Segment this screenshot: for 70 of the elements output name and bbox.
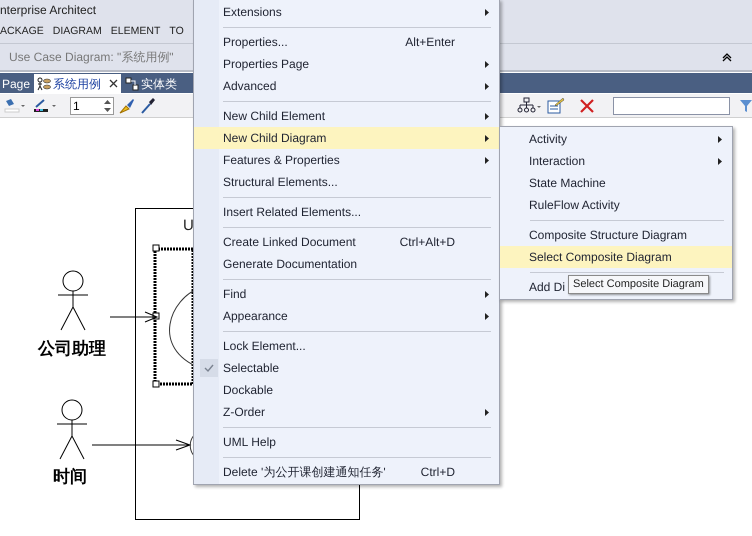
document-edit-icon[interactable] bbox=[547, 96, 565, 114]
menu-item[interactable]: New Child Diagram bbox=[194, 127, 499, 149]
submenu-arrow-icon bbox=[485, 290, 489, 298]
menu-item[interactable]: Composite Structure Diagram bbox=[500, 224, 732, 246]
diagram-tab[interactable]: 系统用例 bbox=[34, 74, 122, 93]
menu-item[interactable]: State Machine bbox=[500, 172, 732, 194]
menu-item[interactable]: Appearance bbox=[194, 305, 499, 327]
menu-item[interactable]: Activity bbox=[500, 128, 732, 150]
filter-icon[interactable] bbox=[740, 98, 752, 112]
menu-item[interactable]: Properties... Alt+Enter bbox=[194, 31, 499, 53]
submenu-arrow-icon bbox=[485, 112, 489, 120]
submenu-arrow-icon bbox=[718, 158, 722, 164]
submenu-arrow-icon bbox=[485, 312, 489, 320]
fill-color-icon[interactable] bbox=[2, 98, 26, 114]
submenu-arrow-icon bbox=[485, 60, 489, 68]
menu-bar-item[interactable]: TO bbox=[169, 24, 184, 40]
menu-item[interactable]: New Child Element bbox=[194, 105, 499, 127]
submenu-arrow-icon bbox=[485, 8, 489, 16]
diagram-tab[interactable]: 实体类 bbox=[123, 74, 180, 93]
submenu-arrow-icon bbox=[485, 134, 489, 142]
menu-item[interactable]: Generate Documentation bbox=[194, 253, 499, 275]
window-title: nterprise Architect bbox=[0, 2, 96, 19]
menu-item[interactable]: Interaction bbox=[500, 150, 732, 172]
shortcut-text: Ctrl+Alt+D bbox=[400, 234, 455, 251]
menu-item[interactable]: Lock Element... bbox=[194, 335, 499, 357]
menu-item[interactable]: Properties Page bbox=[194, 53, 499, 75]
menu-item[interactable]: Create Linked Document Ctrl+Alt+D bbox=[194, 231, 499, 253]
close-icon[interactable] bbox=[109, 79, 118, 88]
actor-figure bbox=[58, 270, 88, 330]
submenu-arrow-icon bbox=[718, 136, 722, 142]
diagram-header-title: Use Case Diagram: "系统用例" bbox=[9, 49, 174, 66]
menu-item[interactable]: Delete '为公开课创建通知任务' Ctrl+D bbox=[194, 461, 499, 483]
actor-name: 时间 bbox=[53, 466, 87, 488]
submenu-arrow-icon bbox=[485, 408, 489, 416]
actor-figure bbox=[56, 400, 88, 460]
diagram-tab[interactable]: Page bbox=[0, 74, 32, 93]
menu-bar-item[interactable]: ELEMENT bbox=[110, 24, 160, 40]
actor-name: 公司助理 bbox=[38, 338, 106, 360]
brush-icon[interactable] bbox=[118, 96, 136, 114]
menu-item[interactable]: UML Help bbox=[194, 431, 499, 453]
menu-item[interactable]: Advanced bbox=[194, 75, 499, 97]
line-width-spinner[interactable]: 1 bbox=[70, 96, 114, 114]
shortcut-text: Alt+Enter bbox=[405, 34, 455, 51]
menu-item[interactable]: Extensions bbox=[194, 1, 499, 23]
menu-item[interactable]: Insert Related Elements... bbox=[194, 201, 499, 223]
menu-item[interactable]: Z-Order bbox=[194, 401, 499, 423]
menu-item[interactable]: Selectable bbox=[194, 357, 499, 379]
menu-bar-item[interactable]: DIAGRAM bbox=[52, 24, 102, 40]
menu-item[interactable]: Dockable bbox=[194, 379, 499, 401]
shortcut-text: Ctrl+D bbox=[420, 464, 455, 481]
hierarchy-icon[interactable] bbox=[517, 96, 543, 114]
use-case-icon bbox=[37, 76, 52, 90]
menu-item[interactable]: RuleFlow Activity bbox=[500, 194, 732, 216]
spin-arrows-icon bbox=[104, 100, 111, 112]
menu-item[interactable]: Features & Properties bbox=[194, 149, 499, 171]
menu-item[interactable]: Find bbox=[194, 283, 499, 305]
search-field[interactable] bbox=[613, 96, 730, 114]
submenu-arrow-icon bbox=[485, 156, 489, 164]
menu-item[interactable]: Select Composite Diagram bbox=[500, 246, 732, 268]
delete-icon[interactable] bbox=[579, 98, 595, 114]
collapse-icon[interactable] bbox=[722, 52, 732, 62]
checkmark-icon bbox=[200, 359, 218, 377]
submenu-arrow-icon bbox=[485, 82, 489, 90]
menu-bar-item[interactable]: ACKAGE bbox=[0, 24, 44, 40]
eyedropper-icon[interactable] bbox=[140, 96, 156, 114]
class-diagram-icon bbox=[125, 76, 140, 90]
association-arrow bbox=[110, 312, 158, 322]
tooltip: Select Composite Diagram bbox=[568, 275, 709, 294]
boundary-title: U bbox=[183, 216, 194, 236]
menu-item[interactable]: Structural Elements... bbox=[194, 171, 499, 193]
